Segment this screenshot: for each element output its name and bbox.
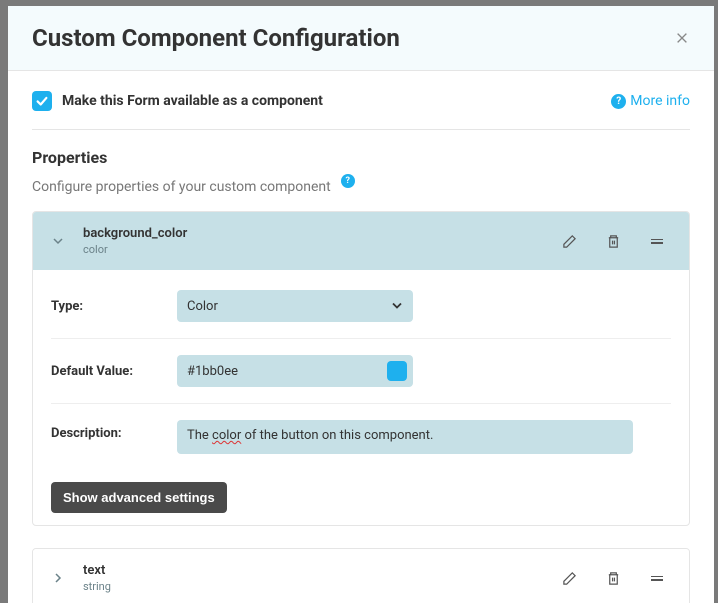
edit-icon[interactable] <box>561 233 577 249</box>
modal-body: Make this Form available as a component … <box>8 71 714 603</box>
more-info-label: More info <box>630 93 690 109</box>
property-name-area: text string <box>83 563 561 593</box>
delete-icon[interactable] <box>605 570 621 586</box>
properties-title: Properties <box>32 148 690 167</box>
collapse-icon[interactable] <box>51 234 65 248</box>
drag-handle-icon[interactable] <box>649 570 665 586</box>
expand-icon[interactable] <box>51 571 65 585</box>
property-card: text string <box>32 548 690 603</box>
default-row: Default Value: #1bb0ee <box>51 338 671 403</box>
chevron-down-icon <box>391 297 403 316</box>
edit-icon[interactable] <box>561 570 577 586</box>
property-actions <box>561 570 665 586</box>
property-type: string <box>83 580 561 593</box>
modal-header: Custom Component Configuration <box>8 6 714 71</box>
close-icon[interactable] <box>674 30 690 46</box>
property-name: background_color <box>83 226 561 241</box>
property-body: Type: Color Default Value: #1bb0ee <box>33 270 689 470</box>
type-label: Type: <box>51 299 177 314</box>
property-name-area: background_color color <box>83 226 561 256</box>
modal: Custom Component Configuration Make this… <box>8 6 714 603</box>
description-input[interactable]: The color of the button on this componen… <box>177 420 633 454</box>
more-info-link[interactable]: ? More info <box>611 93 690 109</box>
type-row: Type: Color <box>51 290 671 338</box>
drag-handle-icon[interactable] <box>649 233 665 249</box>
property-header: text string <box>33 549 689 603</box>
checkbox-label: Make this Form available as a component <box>62 93 323 109</box>
description-wrap: The color of the button on this componen… <box>177 420 633 454</box>
properties-desc: Configure properties of your custom comp… <box>32 179 331 195</box>
info-icon[interactable]: ? <box>341 174 355 188</box>
property-actions <box>561 233 665 249</box>
properties-desc-row: Configure properties of your custom comp… <box>32 179 690 195</box>
advanced-settings-button[interactable]: Show advanced settings <box>51 482 227 513</box>
default-input-wrap: #1bb0ee <box>177 355 413 387</box>
description-label: Description: <box>51 426 177 441</box>
property-name: text <box>83 563 561 578</box>
available-checkbox[interactable] <box>32 91 52 111</box>
property-card: background_color color T <box>32 211 690 526</box>
description-row: Description: The color of the button on … <box>51 403 671 454</box>
default-input[interactable]: #1bb0ee <box>177 355 413 387</box>
type-select[interactable]: Color <box>177 290 413 322</box>
question-icon: ? <box>611 94 626 109</box>
default-label: Default Value: <box>51 364 177 379</box>
checkbox-row: Make this Form available as a component <box>32 91 323 111</box>
property-type: color <box>83 243 561 256</box>
property-header: background_color color <box>33 212 689 270</box>
top-row: Make this Form available as a component … <box>32 91 690 130</box>
type-value: Color <box>177 290 413 322</box>
modal-title: Custom Component Configuration <box>32 24 400 52</box>
delete-icon[interactable] <box>605 233 621 249</box>
color-swatch[interactable] <box>387 361 407 381</box>
